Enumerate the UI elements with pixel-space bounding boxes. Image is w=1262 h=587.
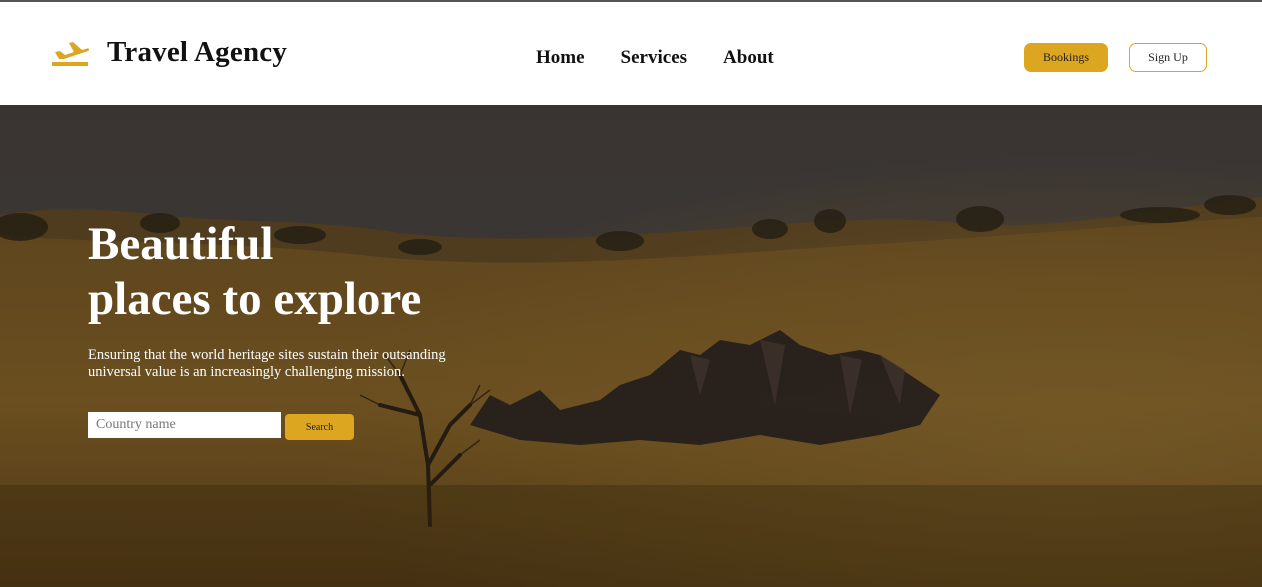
hero-section: Beautiful places to explore Ensuring tha… bbox=[0, 105, 1262, 587]
hero-title: Beautiful places to explore bbox=[88, 217, 508, 327]
hero-title-line1: Beautiful bbox=[88, 218, 274, 270]
site-header: Travel Agency Home Services About Bookin… bbox=[0, 2, 1262, 105]
nav-about[interactable]: About bbox=[723, 47, 774, 69]
hero-background-image bbox=[0, 105, 1262, 587]
hero-subtitle: Ensuring that the world heritage sites s… bbox=[88, 347, 446, 380]
hero-title-line2: places to explore bbox=[88, 273, 422, 325]
nav-services[interactable]: Services bbox=[621, 47, 687, 69]
main-nav: Home Services About bbox=[536, 47, 774, 69]
airplane-takeoff-icon[interactable] bbox=[52, 38, 90, 68]
search-button[interactable]: Search bbox=[285, 414, 354, 440]
nav-home[interactable]: Home bbox=[536, 47, 585, 69]
bookings-button[interactable]: Bookings bbox=[1024, 43, 1108, 72]
country-search-input[interactable] bbox=[88, 412, 281, 438]
brand-name[interactable]: Travel Agency bbox=[107, 36, 287, 69]
page-frame: Travel Agency Home Services About Bookin… bbox=[0, 0, 1262, 587]
signup-button[interactable]: Sign Up bbox=[1129, 43, 1207, 72]
